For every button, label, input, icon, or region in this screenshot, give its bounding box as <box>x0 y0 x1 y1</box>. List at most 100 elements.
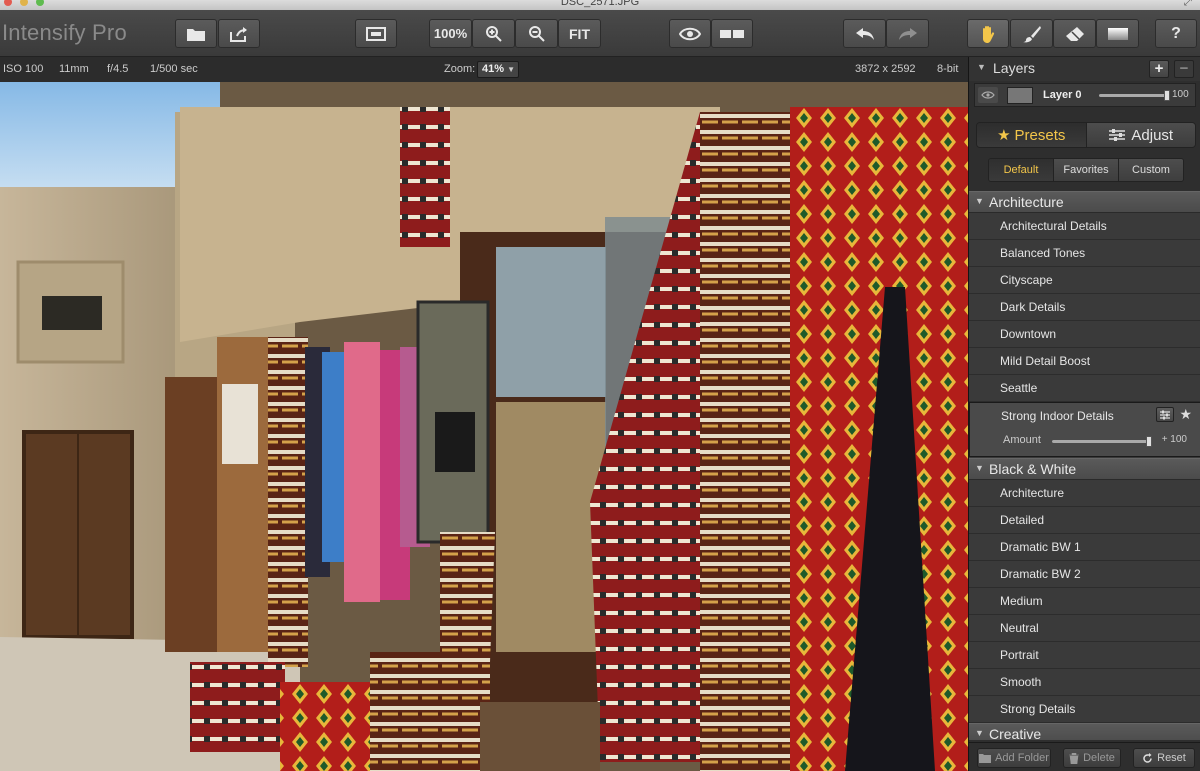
remove-layer-button[interactable]: − <box>1174 60 1194 78</box>
collapse-triangle-icon: ▼ <box>975 728 984 738</box>
preset-item[interactable]: Balanced Tones <box>969 240 1200 267</box>
gradient-tool-button[interactable] <box>1096 19 1139 48</box>
iso-info: ISO 100 <box>3 63 44 75</box>
tab-default[interactable]: Default <box>989 159 1053 181</box>
preview-toggle-button[interactable] <box>669 19 711 48</box>
layer-opacity-fill <box>1099 94 1167 97</box>
reset-button[interactable]: Reset <box>1133 748 1195 768</box>
window-title-bar: DSC_2571.JPG ⤢ <box>0 0 1200 10</box>
preset-label: Portrait <box>1000 648 1039 662</box>
preset-label: Neutral <box>1000 621 1039 635</box>
preset-label: Detailed <box>1000 513 1045 527</box>
category-architecture[interactable]: ▼ Architecture <box>969 191 1200 213</box>
preset-item[interactable]: Dark Details <box>969 294 1200 321</box>
preset-item[interactable]: Dramatic BW 2 <box>969 561 1200 588</box>
main-toolbar: Intensify Pro 100% FIT ? <box>0 10 1200 57</box>
layer-thumbnail <box>1007 87 1033 104</box>
preset-label: Dramatic BW 1 <box>1000 540 1081 554</box>
preset-item[interactable]: Seattle <box>969 375 1200 402</box>
preset-item[interactable]: Dramatic BW 1 <box>969 534 1200 561</box>
reset-label: Reset <box>1157 752 1186 764</box>
add-folder-label: Add Folder <box>995 752 1049 764</box>
open-button[interactable] <box>175 19 217 48</box>
hand-icon <box>983 25 995 43</box>
eraser-icon <box>1065 26 1084 41</box>
preset-item[interactable]: Medium <box>969 588 1200 615</box>
add-folder-button[interactable]: Add Folder <box>977 748 1051 768</box>
layer-opacity-slider[interactable] <box>1099 90 1170 101</box>
preset-item[interactable]: Architectural Details <box>969 213 1200 240</box>
tab-custom[interactable]: Custom <box>1118 159 1183 181</box>
layer-opacity-knob[interactable] <box>1164 90 1170 101</box>
brush-tool-button[interactable] <box>1010 19 1053 48</box>
amount-slider-fill <box>1052 440 1149 443</box>
open-folder-icon <box>187 28 205 41</box>
brush-icon <box>1022 25 1041 42</box>
compare-view-button[interactable] <box>355 19 397 48</box>
delete-label: Delete <box>1083 752 1115 764</box>
tab-favorites[interactable]: Favorites <box>1053 159 1118 181</box>
category-creative[interactable]: ▼ Creative <box>969 723 1200 740</box>
amount-value: + 100 <box>1161 434 1187 445</box>
collapse-triangle-icon: ▼ <box>975 463 984 473</box>
mode-switcher: ★ Presets Adjust <box>976 122 1196 148</box>
amount-slider-knob[interactable] <box>1146 436 1152 447</box>
preset-item[interactable]: Smooth <box>969 669 1200 696</box>
preset-item[interactable]: Architecture <box>969 480 1200 507</box>
zoom-in-button[interactable] <box>472 19 515 48</box>
add-layer-button[interactable]: + <box>1149 60 1169 78</box>
preset-label: Architecture <box>1000 486 1065 500</box>
split-view-button[interactable] <box>711 19 753 48</box>
help-button[interactable]: ? <box>1155 19 1197 48</box>
favorite-star-icon[interactable]: ★ <box>1179 407 1192 422</box>
preset-filter-tabs: Default Favorites Custom <box>988 158 1184 182</box>
preset-item[interactable]: Cityscape <box>969 267 1200 294</box>
layer-row[interactable]: Layer 0 100 <box>974 83 1196 107</box>
photo-preview[interactable] <box>0 82 968 771</box>
redo-button[interactable] <box>886 19 929 48</box>
category-black-white[interactable]: ▼ Black & White <box>969 458 1200 480</box>
zoom-out-icon <box>528 25 545 42</box>
star-icon: ★ <box>997 127 1011 144</box>
preset-item-selected[interactable]: Strong Indoor Details ★ Amount + 100 <box>969 402 1200 457</box>
preset-actions: ★ <box>1156 407 1192 422</box>
sliders-icon <box>1109 129 1126 141</box>
image-dimensions: 3872 x 2592 <box>855 63 916 75</box>
preset-label: Dark Details <box>1000 300 1066 314</box>
zoom-select[interactable]: 41% ▼ <box>477 61 519 78</box>
fit-button[interactable]: FIT <box>558 19 601 48</box>
preset-item[interactable]: Downtown <box>969 321 1200 348</box>
preset-item[interactable]: Portrait <box>969 642 1200 669</box>
undo-icon <box>855 27 874 40</box>
focal-length-info: 11mm <box>59 63 89 75</box>
share-button[interactable] <box>218 19 260 48</box>
preset-label: Strong Indoor Details <box>1001 409 1114 423</box>
preset-list: ▼ Architecture Architectural Details Bal… <box>969 191 1200 740</box>
shutter-info: 1/500 sec <box>150 63 198 75</box>
tab-presets[interactable]: ★ Presets <box>977 123 1086 147</box>
hand-tool-button[interactable] <box>967 19 1009 48</box>
collapse-triangle-icon[interactable]: ▼ <box>977 62 986 72</box>
redo-icon <box>898 27 917 40</box>
zoom-out-button[interactable] <box>515 19 558 48</box>
layer-visibility-toggle[interactable] <box>978 87 998 103</box>
preset-item[interactable]: Neutral <box>969 615 1200 642</box>
fullscreen-icon[interactable]: ⤢ <box>1184 0 1192 8</box>
undo-button[interactable] <box>843 19 886 48</box>
collapse-triangle-icon: ▼ <box>975 196 984 206</box>
side-panel: ▼ Layers + − Layer 0 100 ★ Presets Adjus… <box>968 57 1200 771</box>
eraser-tool-button[interactable] <box>1053 19 1096 48</box>
preset-item[interactable]: Detailed <box>969 507 1200 534</box>
zoom-100-button[interactable]: 100% <box>429 19 472 48</box>
preset-item[interactable]: Mild Detail Boost <box>969 348 1200 375</box>
image-canvas[interactable] <box>0 82 968 771</box>
delete-button[interactable]: Delete <box>1063 748 1121 768</box>
tab-adjust[interactable]: Adjust <box>1085 123 1195 147</box>
amount-slider[interactable] <box>1052 436 1152 447</box>
preset-settings-button[interactable] <box>1156 407 1175 422</box>
zoom-in-icon <box>485 25 502 42</box>
panel-footer: Add Folder Delete Reset <box>969 742 1200 771</box>
bit-depth: 8-bit <box>937 63 959 75</box>
preset-item[interactable]: Strong Details <box>969 696 1200 723</box>
window-title: DSC_2571.JPG <box>560 0 640 8</box>
